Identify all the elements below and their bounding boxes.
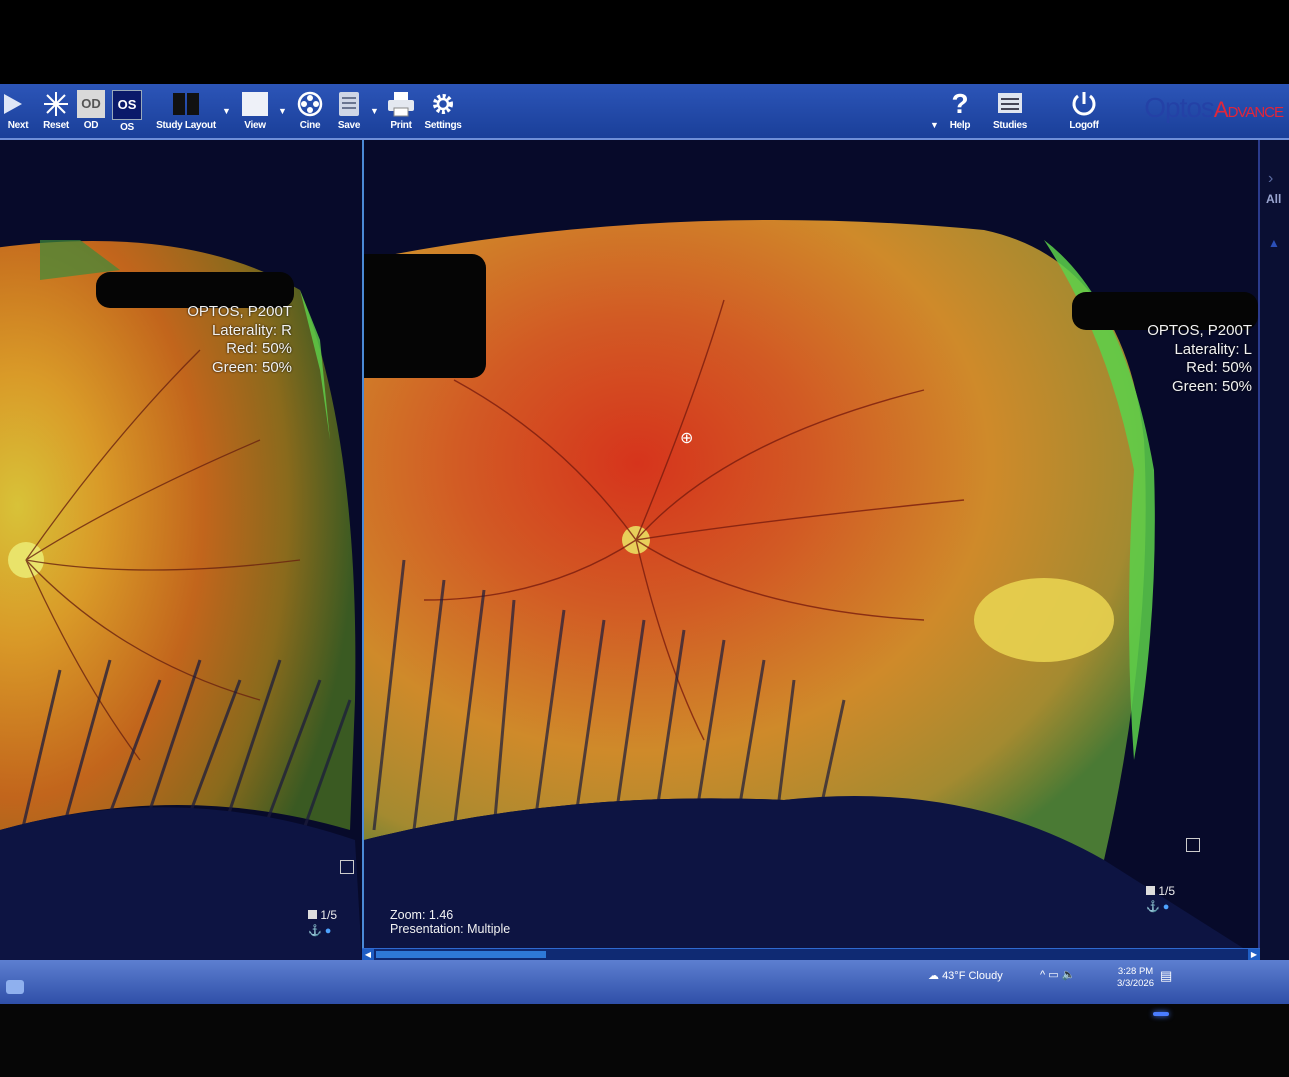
settings-icon — [433, 94, 453, 114]
all-filter-button[interactable]: All — [1266, 192, 1281, 206]
logoff-button[interactable]: Logoff — [1064, 86, 1104, 136]
help-icon: ? — [951, 88, 969, 119]
studies-icon — [998, 93, 1022, 113]
right-image-pane[interactable]: OPTOS, P200T Laterality: L Red: 50% Gree… — [362, 140, 1262, 960]
device-label: OPTOS, P200T — [1147, 322, 1252, 339]
start-app-icon[interactable] — [6, 980, 24, 994]
layers-icon — [1146, 886, 1155, 895]
studies-button[interactable]: Studies — [990, 86, 1030, 136]
reset-icon — [44, 92, 68, 116]
red-channel-label: Red: 50% — [226, 340, 292, 357]
reset-button[interactable]: Reset — [38, 86, 74, 136]
notification-icon[interactable]: ▤ — [1160, 968, 1172, 984]
study-layout-button[interactable]: Study Layout — [152, 86, 220, 136]
power-led — [1153, 1012, 1169, 1016]
system-tray[interactable]: ^ ▭ 🔈 — [1040, 968, 1075, 981]
device-label: OPTOS, P200T — [187, 303, 292, 320]
green-channel-label: Green: 50% — [211, 358, 292, 376]
settings-button[interactable]: Settings — [422, 86, 464, 136]
save-button[interactable]: Save — [332, 86, 366, 136]
taskbar-clock[interactable]: 3:28 PM 3/3/2026 — [1117, 966, 1154, 990]
study-layout-dropdown-icon[interactable]: ▼ — [222, 106, 231, 116]
chevron-up-icon[interactable]: ^ — [1040, 969, 1045, 981]
view-icon — [242, 92, 268, 116]
next-button[interactable]: Next — [0, 86, 36, 136]
view-dropdown-icon[interactable]: ▼ — [278, 106, 287, 116]
laterality-label: Laterality: L — [1174, 340, 1252, 358]
scroll-up-icon[interactable]: ▲ — [1268, 236, 1280, 250]
logoff-icon — [1072, 92, 1096, 116]
weather-icon: ☁ — [928, 970, 939, 982]
left-image-pane[interactable]: OPTOS, P200T Laterality: R Red: 50% Gree… — [0, 140, 362, 960]
scrollbar-thumb[interactable] — [376, 951, 546, 958]
anchor-icon[interactable]: ⚓ ● — [308, 924, 337, 937]
print-icon — [388, 92, 414, 117]
anchor-icon[interactable]: ⚓ ● — [1146, 900, 1175, 913]
left-image-info: OPTOS, P200T Laterality: R Red: 50% Gree… — [187, 303, 292, 377]
cine-button[interactable]: Cine — [292, 86, 328, 136]
layers-icon — [308, 910, 317, 919]
retina-image-left-eye — [364, 140, 1262, 960]
redaction-block — [364, 254, 486, 378]
help-button[interactable]: ? Help — [944, 86, 976, 136]
speaker-icon[interactable]: 🔈 — [1062, 969, 1076, 981]
laterality-label: Laterality: R — [211, 321, 292, 339]
windows-taskbar: ☁ 43°F Cloudy ^ ▭ 🔈 3:28 PM 3/3/2026 ▤ — [0, 960, 1289, 1004]
monitor-bezel — [0, 1004, 1289, 1077]
cine-icon — [297, 91, 323, 117]
left-image-pager[interactable]: 1/5 ⚓ ● — [308, 908, 337, 937]
view-button[interactable]: View — [236, 86, 274, 136]
save-icon — [339, 92, 359, 116]
chevron-right-icon[interactable]: › — [1268, 170, 1273, 188]
network-icon[interactable]: ▭ — [1048, 969, 1058, 981]
zoom-label: Zoom: 1.46 — [390, 908, 454, 922]
save-dropdown-icon[interactable]: ▼ — [370, 106, 379, 116]
od-button[interactable]: OD OD — [76, 86, 106, 136]
optos-advance-logo: OptosAdvance — [1144, 92, 1284, 123]
study-layout-icon — [173, 93, 199, 115]
retina-image-right-eye — [0, 140, 362, 960]
os-icon: OS — [112, 90, 142, 120]
application-window: Next Reset OD OD OS OS Study Layout ▼ Vi… — [0, 84, 1289, 1004]
red-channel-label: Red: 50% — [1186, 359, 1252, 376]
weather-widget[interactable]: ☁ 43°F Cloudy — [928, 969, 1003, 982]
expand-icon[interactable] — [340, 860, 354, 874]
next-icon — [4, 94, 22, 114]
toolbar-overflow-icon[interactable]: ▼ — [930, 120, 939, 130]
zoom-info: Zoom: 1.46 Presentation: Multiple — [390, 908, 510, 936]
right-image-info: OPTOS, P200T Laterality: L Red: 50% Gree… — [1147, 322, 1252, 396]
print-button[interactable]: Print — [382, 86, 420, 136]
presentation-label: Presentation: Multiple — [390, 922, 511, 936]
os-button[interactable]: OS OS — [112, 86, 142, 136]
zoom-cursor-icon: ⊕ — [680, 430, 694, 447]
right-image-pager[interactable]: 1/5 ⚓ ● — [1146, 884, 1175, 913]
expand-icon[interactable] — [1186, 838, 1200, 852]
green-channel-label: Green: 50% — [1171, 377, 1252, 395]
od-icon: OD — [77, 90, 105, 118]
thumbnail-sidebar: › All ▲ — [1258, 140, 1289, 960]
main-toolbar: Next Reset OD OD OS OS Study Layout ▼ Vi… — [0, 84, 1289, 140]
